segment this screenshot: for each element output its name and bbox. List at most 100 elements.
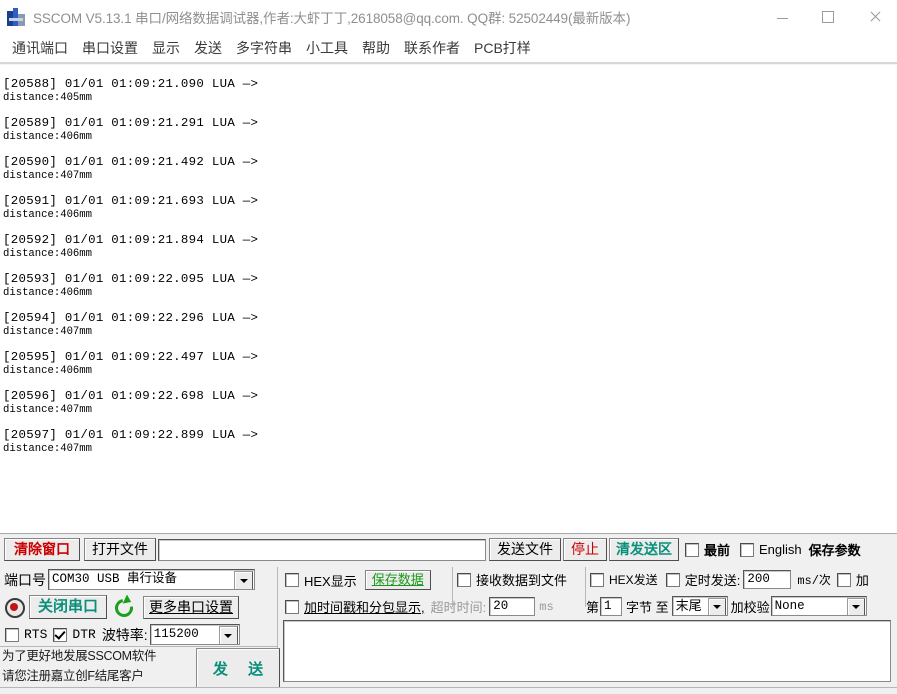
toolbar-row: 清除窗口 打开文件 发送文件 停止 清发送区 最前 English 保存参数 <box>4 538 861 561</box>
checksum-value: None <box>774 599 805 613</box>
menu-divider-light <box>0 64 897 65</box>
log-entry-header: [20596] 01/01 01:09:22.698 LUA —> <box>3 389 259 403</box>
log-entry: [20592] 01/01 01:09:21.894 LUA —> distan… <box>3 233 897 261</box>
timestamp-row: 加时间戳和分包显示, 超时时间: 20 ms <box>285 597 554 616</box>
chevron-down-icon[interactable] <box>707 598 726 615</box>
log-entry-body: distance:406mm <box>3 365 93 377</box>
port-select[interactable]: COM30 USB 串行设备 <box>48 569 255 590</box>
send-options-row: HEX发送 定时发送: 200 ms/次 加 <box>590 570 869 589</box>
maximize-button[interactable] <box>805 0 851 33</box>
menu-item-display[interactable]: 显示 <box>145 36 187 60</box>
log-entry: [20593] 01/01 01:09:22.095 LUA —> distan… <box>3 272 897 300</box>
status-bar <box>0 687 897 693</box>
timed-send-interval-input[interactable]: 200 <box>743 570 792 589</box>
save-data-button[interactable]: 保存数据 <box>364 570 431 590</box>
menu-item-serial-settings[interactable]: 串口设置 <box>75 36 145 60</box>
menu-bar: 通讯端口 串口设置 显示 发送 多字符串 小工具 帮助 联系作者 PCB打样 <box>0 33 897 62</box>
save-params-button[interactable]: 保存参数 <box>809 540 861 559</box>
port-status-icon <box>5 598 25 618</box>
menu-item-comm-port[interactable]: 通讯端口 <box>5 36 75 60</box>
receive-to-file-row: 接收数据到文件 <box>457 570 567 589</box>
timeout-input[interactable]: 20 <box>489 597 536 616</box>
dtr-checkbox[interactable] <box>53 627 68 642</box>
log-entry-header: [20591] 01/01 01:09:21.693 LUA —> <box>3 194 259 208</box>
receive-options-row: HEX显示 保存数据 <box>285 570 431 590</box>
chevron-down-icon[interactable] <box>846 598 865 615</box>
menu-item-tools[interactable]: 小工具 <box>299 36 355 60</box>
log-entry: [20590] 01/01 01:09:21.492 LUA —> distan… <box>3 155 897 183</box>
byte-range-row: 第 1 字节 至 末尾 加校验 None <box>586 596 867 616</box>
promo-text: 为了更好地发展SSCOM软件 请您注册嘉立创F结尾客户 <box>2 646 190 690</box>
window-title: SSCOM V5.13.1 串口/网络数据调试器,作者:大虾丁丁,2618058… <box>33 10 631 26</box>
checksum-label: 加校验 <box>730 599 770 615</box>
receive-to-file-checkbox[interactable] <box>457 572 471 587</box>
baud-rate-label: 波特率: <box>101 626 148 643</box>
log-entry-body: distance:407mm <box>3 443 93 455</box>
timestamp-checkbox[interactable] <box>285 599 299 614</box>
log-entry: [20589] 01/01 01:09:21.291 LUA —> distan… <box>3 116 897 144</box>
stop-button[interactable]: 停止 <box>563 538 607 561</box>
log-entry-header: [20589] 01/01 01:09:21.291 LUA —> <box>3 116 259 130</box>
log-entry-header: [20592] 01/01 01:09:21.894 LUA —> <box>3 233 259 247</box>
log-entry-body: distance:406mm <box>3 287 93 299</box>
baud-rate-select[interactable]: 115200 <box>149 624 240 645</box>
sscom-window: SSCOM V5.13.1 串口/网络数据调试器,作者:大虾丁丁,2618058… <box>0 0 897 694</box>
receive-to-file-label: 接收数据到文件 <box>476 573 568 588</box>
add-checksum-checkbox[interactable] <box>836 572 851 587</box>
checksum-select[interactable]: None <box>770 596 867 616</box>
menu-item-send[interactable]: 发送 <box>187 36 229 60</box>
menu-item-contact[interactable]: 联系作者 <box>397 36 467 60</box>
menu-item-pcb[interactable]: PCB打样 <box>467 36 538 60</box>
log-entry: [20595] 01/01 01:09:22.497 LUA —> distan… <box>3 350 897 378</box>
hex-send-checkbox[interactable] <box>590 572 604 587</box>
send-button[interactable]: 发 送 <box>196 648 280 688</box>
menu-item-help[interactable]: 帮助 <box>355 36 397 60</box>
log-entry-header: [20593] 01/01 01:09:22.095 LUA —> <box>3 272 259 286</box>
close-port-button[interactable]: 关闭串口 <box>29 595 108 619</box>
log-entry: [20591] 01/01 01:09:21.693 LUA —> distan… <box>3 194 897 222</box>
log-entry-body: distance:406mm <box>3 209 93 221</box>
close-button[interactable] <box>851 0 897 33</box>
menu-item-multi-string[interactable]: 多字符串 <box>229 36 299 60</box>
baud-rate-value: 115200 <box>153 627 199 641</box>
english-checkbox[interactable] <box>740 542 755 557</box>
clear-send-area-button[interactable]: 清发送区 <box>609 538 679 561</box>
log-entry-header: [20588] 01/01 01:09:21.090 LUA —> <box>3 77 259 91</box>
minimize-button[interactable] <box>759 0 805 33</box>
log-entry: [20597] 01/01 01:09:22.899 LUA —> distan… <box>3 428 897 456</box>
flow-control-row: RTS DTR 波特率: 115200 <box>5 624 240 645</box>
log-entry-body: distance:407mm <box>3 404 93 416</box>
chevron-down-icon[interactable] <box>218 626 238 644</box>
send-text-input[interactable] <box>283 620 891 682</box>
byte-end-select[interactable]: 末尾 <box>671 596 728 616</box>
log-entry-header: [20594] 01/01 01:09:22.296 LUA —> <box>3 311 259 325</box>
send-file-button[interactable]: 发送文件 <box>489 538 561 561</box>
rts-label: RTS <box>24 627 48 642</box>
log-entry: [20588] 01/01 01:09:21.090 LUA —> distan… <box>3 77 897 105</box>
file-path-input[interactable] <box>158 538 486 561</box>
maximize-icon <box>822 10 834 23</box>
chevron-down-icon[interactable] <box>234 571 253 589</box>
timed-send-unit-label: ms/次 <box>797 574 831 588</box>
add-checksum-label: 加 <box>855 573 869 588</box>
log-entry-body: distance:407mm <box>3 170 93 182</box>
panel-divider <box>277 567 278 650</box>
refresh-icon[interactable] <box>111 594 137 621</box>
log-entry-body: distance:406mm <box>3 248 93 260</box>
log-entry-body: distance:406mm <box>3 131 93 143</box>
clear-window-button[interactable]: 清除窗口 <box>4 538 80 561</box>
hex-display-checkbox[interactable] <box>285 573 299 587</box>
timed-send-checkbox[interactable] <box>665 572 680 587</box>
window-controls <box>759 0 897 33</box>
byte-end-value: 末尾 <box>675 598 702 613</box>
sscom-app-icon <box>7 7 25 26</box>
more-port-settings-button[interactable]: 更多串口设置 <box>143 595 240 619</box>
receive-output-area[interactable]: [20588] 01/01 01:09:21.090 LUA —> distan… <box>0 67 897 533</box>
open-file-button[interactable]: 打开文件 <box>84 538 156 561</box>
log-entry-header: [20597] 01/01 01:09:22.899 LUA —> <box>3 428 259 442</box>
byte-start-input[interactable]: 1 <box>600 596 623 616</box>
topmost-checkbox[interactable] <box>685 542 699 557</box>
rts-checkbox[interactable] <box>5 627 19 642</box>
timestamp-label: 加时间戳和分包显示, <box>304 600 425 615</box>
log-entry-body: distance:405mm <box>3 92 93 104</box>
